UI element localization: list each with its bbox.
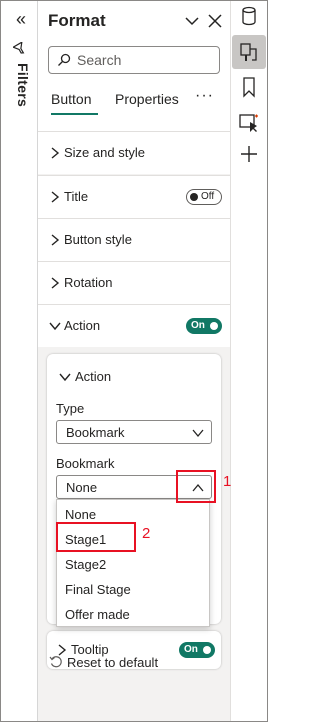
- selection-pane-icon[interactable]: [237, 110, 261, 134]
- bookmark-label: Bookmark: [56, 456, 115, 471]
- expand-filters-icon[interactable]: «: [11, 10, 31, 28]
- visualization-icon-bar: [230, 1, 267, 721]
- section-label: Size and style: [64, 145, 145, 160]
- filters-pane-collapsed[interactable]: « Filters: [1, 1, 38, 721]
- add-icon[interactable]: [237, 142, 261, 166]
- toggle-knob: [190, 193, 198, 201]
- section-action[interactable]: Action On: [38, 304, 230, 347]
- annotation-number-1: 1: [223, 473, 232, 490]
- chevron-down-icon: [192, 429, 204, 438]
- type-dropdown[interactable]: Bookmark: [56, 420, 212, 444]
- reset-label: Reset to default: [67, 655, 159, 670]
- type-value: Bookmark: [66, 425, 125, 440]
- format-paintbrush-icon[interactable]: [237, 40, 261, 64]
- search-input[interactable]: [77, 51, 215, 69]
- chevron-right-icon: [51, 147, 60, 159]
- section-label: Button style: [64, 232, 132, 247]
- toggle-knob: [203, 646, 211, 654]
- tab-button[interactable]: Button: [51, 91, 91, 107]
- bookmark-option-offer-made[interactable]: Offer made: [65, 607, 130, 622]
- section-button-style[interactable]: Button style: [38, 218, 230, 261]
- pane-title: Format: [48, 11, 106, 30]
- bookmark-value: None: [66, 480, 98, 495]
- chevron-down-icon: [49, 322, 61, 331]
- tooltip-toggle[interactable]: On: [179, 642, 215, 658]
- more-options-icon[interactable]: ···: [195, 87, 214, 105]
- section-label: Title: [64, 189, 89, 204]
- reset-icon: [49, 656, 62, 668]
- card-title: Action: [75, 369, 112, 384]
- collapse-chevron-icon[interactable]: [183, 12, 201, 30]
- chevron-right-icon: [51, 191, 60, 203]
- bookmark-option-stage2[interactable]: Stage2: [65, 557, 106, 572]
- toggle-state-label: On: [184, 644, 198, 655]
- database-icon[interactable]: [237, 5, 261, 29]
- annotation-box-2: [56, 522, 136, 552]
- bookmark-options-list: None Stage1 Stage2 Final Stage Offer mad…: [56, 499, 210, 627]
- section-title[interactable]: Title Off: [38, 175, 230, 218]
- section-label: Rotation: [64, 275, 113, 290]
- bookmark-icon[interactable]: [237, 75, 261, 99]
- section-rotation[interactable]: Rotation: [38, 261, 230, 304]
- toggle-state-label: On: [191, 320, 205, 331]
- bookmark-option-none[interactable]: None: [65, 507, 96, 522]
- annotation-box-1: [176, 470, 216, 503]
- tab-properties[interactable]: Properties: [115, 91, 179, 107]
- chevron-down-icon[interactable]: [58, 371, 72, 383]
- search-icon: [58, 53, 71, 66]
- filter-icon: [13, 42, 25, 54]
- chevron-right-icon: [51, 277, 60, 289]
- bookmark-option-final-stage[interactable]: Final Stage: [65, 582, 131, 597]
- filters-label: Filters: [15, 63, 31, 108]
- format-pane-header: Format Button Properties ···: [38, 1, 230, 141]
- chevron-right-icon: [51, 234, 60, 246]
- action-toggle[interactable]: On: [186, 318, 222, 334]
- toggle-knob: [210, 322, 218, 330]
- type-label: Type: [56, 401, 85, 416]
- title-toggle[interactable]: Off: [186, 189, 222, 205]
- section-size-and-style[interactable]: Size and style: [38, 131, 230, 174]
- search-box[interactable]: [48, 46, 220, 74]
- toggle-state-label: Off: [201, 191, 215, 202]
- annotation-number-2: 2: [142, 525, 151, 542]
- section-label: Action: [64, 318, 101, 333]
- active-tab-indicator: [51, 113, 98, 115]
- close-icon[interactable]: [206, 12, 224, 30]
